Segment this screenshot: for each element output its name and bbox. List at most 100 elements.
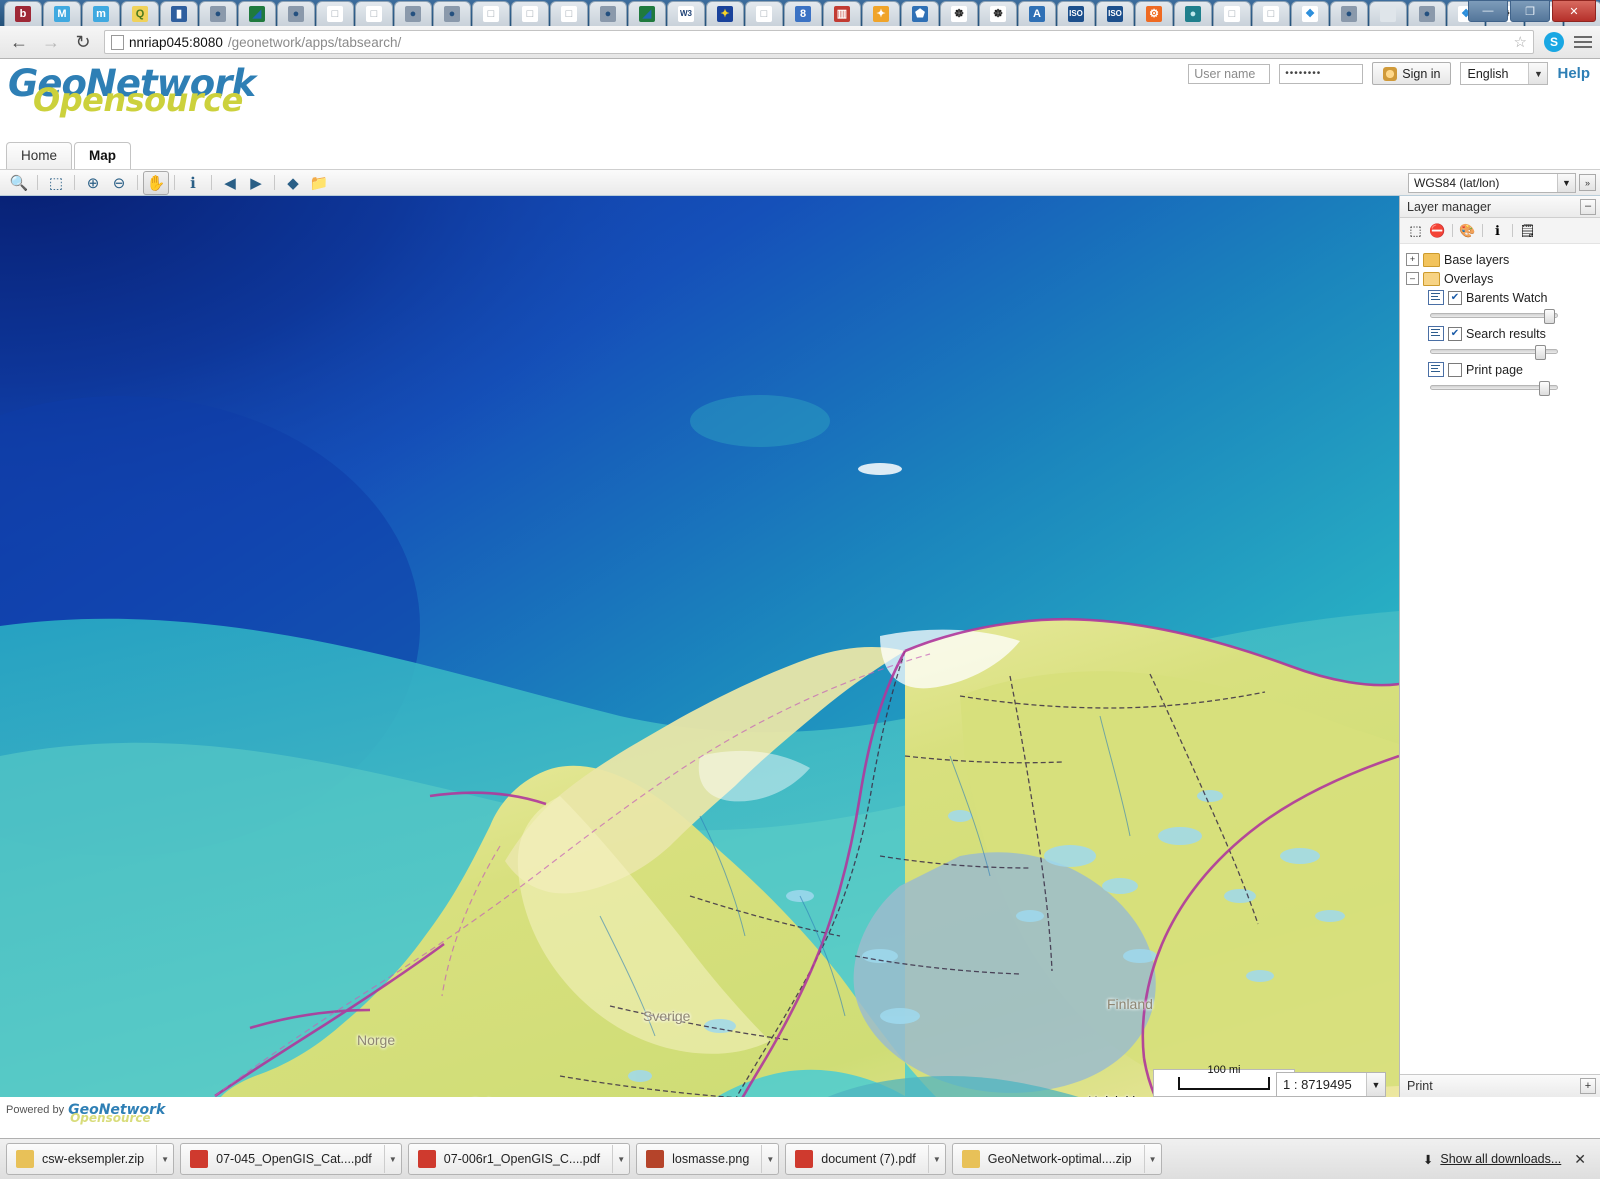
layer-info-tool-icon[interactable]: ℹ — [1489, 222, 1506, 239]
download-item[interactable]: GeoNetwork-optimal....zip ▼ — [951, 1143, 1162, 1175]
expand-panel-button[interactable]: » — [1579, 174, 1596, 191]
doc-tab-3[interactable]: □ — [472, 1, 510, 26]
minimize-button[interactable]: — — [1468, 0, 1508, 22]
door-tab[interactable]: ▮ — [160, 1, 198, 26]
sign-in-button[interactable]: Sign in — [1372, 62, 1452, 85]
bing-tab[interactable]: b — [4, 1, 42, 26]
map-canvas[interactable]: NorgeSverigeFinlandEstlandLatviaDanmarkO… — [0, 196, 1399, 1097]
chevron-down-icon[interactable]: ▼ — [1366, 1073, 1385, 1096]
m-script-tab[interactable]: m — [82, 1, 120, 26]
layer-opacity-slider[interactable] — [1430, 381, 1558, 396]
layer-metadata-tool-icon[interactable]: 🗒 — [1519, 222, 1536, 239]
globe-tab-5[interactable]: ● — [589, 1, 627, 26]
dropbox-tab-1[interactable]: ❖ — [1291, 1, 1329, 26]
teal-globe-tab[interactable]: ● — [1174, 1, 1212, 26]
collapse-icon[interactable]: – — [1406, 272, 1419, 285]
back-arrow-icon[interactable]: ← — [8, 31, 30, 53]
doc-tab-8[interactable]: □ — [1252, 1, 1290, 26]
download-item[interactable]: losmasse.png ▼ — [636, 1143, 780, 1175]
slider-handle[interactable] — [1534, 345, 1546, 360]
layer-opacity-slider[interactable] — [1430, 345, 1558, 360]
green-flag-tab-2[interactable]: ◢ — [628, 1, 666, 26]
tab-home[interactable]: Home — [6, 142, 73, 169]
slider-handle[interactable] — [1539, 381, 1551, 396]
projection-select[interactable]: WGS84 (lat/lon) ▼ — [1408, 173, 1576, 193]
next-extent-icon[interactable]: ▶ — [243, 171, 269, 195]
orange-gear-tab[interactable]: ⚙ — [1135, 1, 1173, 26]
star-tab-2[interactable]: ✦ — [862, 1, 900, 26]
avatar-tab[interactable]: A — [1018, 1, 1056, 26]
layer-visibility-checkbox[interactable]: ✔ — [1448, 326, 1462, 341]
help-link[interactable]: Help — [1557, 65, 1590, 82]
download-item[interactable]: 07-045_OpenGIS_Cat....pdf ▼ — [180, 1143, 402, 1175]
w3c-tab[interactable]: W3 — [667, 1, 705, 26]
layer-legend-icon[interactable] — [1428, 326, 1444, 341]
restore-button[interactable]: ❐ — [1510, 0, 1550, 22]
zoom-to-world-icon[interactable]: 🔍 — [6, 171, 32, 195]
layer-visibility-checkbox[interactable]: ✔ — [1448, 290, 1462, 305]
download-item[interactable]: document (7).pdf ▼ — [785, 1143, 946, 1175]
expand-icon[interactable]: + — [1406, 253, 1419, 266]
doc-tab-2[interactable]: □ — [355, 1, 393, 26]
doc-tab-5[interactable]: □ — [550, 1, 588, 26]
previous-extent-icon[interactable]: ◀ — [217, 171, 243, 195]
address-bar[interactable]: nnriap045:8080/geonetwork/apps/tabsearch… — [104, 30, 1534, 54]
collapse-icon[interactable]: – — [1580, 198, 1596, 215]
show-all-downloads-link[interactable]: Show all downloads... — [1440, 1152, 1561, 1166]
m-tab[interactable]: M — [43, 1, 81, 26]
remove-layer-tool-icon[interactable]: ⛔ — [1429, 222, 1446, 239]
add-layer-tool-icon[interactable]: ⬚ — [1407, 222, 1424, 239]
username-input[interactable]: User name — [1188, 63, 1271, 84]
globe-tab-7[interactable]: ● — [1408, 1, 1446, 26]
close-icon[interactable]: ✕ — [1574, 1151, 1586, 1168]
layer-opacity-slider[interactable] — [1430, 309, 1558, 324]
zoom-in-icon[interactable]: ⊕ — [80, 171, 106, 195]
globe-tab-4[interactable]: ● — [433, 1, 471, 26]
zoom-to-selection-icon[interactable]: ⬚ — [43, 171, 69, 195]
ogc-tab-2[interactable]: ☸ — [979, 1, 1017, 26]
show-all-downloads[interactable]: ⬇ Show all downloads... ✕ — [1423, 1151, 1594, 1168]
slider-handle[interactable] — [1544, 309, 1556, 324]
zoom-out-icon[interactable]: ⊖ — [106, 171, 132, 195]
globe-tab-2[interactable]: ● — [277, 1, 315, 26]
close-window-button[interactable]: ✕ — [1552, 0, 1596, 22]
doc-tab-7[interactable]: □ — [1213, 1, 1251, 26]
star-icon[interactable]: ☆ — [1514, 33, 1527, 51]
globe-tab-6[interactable]: ● — [1330, 1, 1368, 26]
chevron-down-icon[interactable]: ▼ — [1528, 63, 1548, 84]
hamburger-menu-icon[interactable] — [1574, 36, 1592, 48]
language-select[interactable]: English ▼ — [1460, 62, 1549, 85]
book-tab[interactable]: ▥ — [823, 1, 861, 26]
forward-arrow-icon[interactable]: → — [40, 31, 62, 53]
doc-tab-1[interactable]: □ — [316, 1, 354, 26]
skype-extension-icon[interactable]: S — [1544, 32, 1564, 52]
chevron-down-icon[interactable]: ▼ — [156, 1145, 173, 1173]
open-context-icon[interactable]: 📁 — [306, 171, 332, 195]
scale-select[interactable]: 1 : 8719495 ▼ — [1276, 1072, 1386, 1097]
chevron-down-icon[interactable]: ▼ — [761, 1145, 778, 1173]
style-layer-tool-icon[interactable]: 🎨 — [1459, 222, 1476, 239]
doc-tab-6[interactable]: □ — [745, 1, 783, 26]
layer-visibility-checkbox[interactable] — [1448, 362, 1462, 377]
globe-tab-3[interactable]: ● — [394, 1, 432, 26]
layer-group-overlays[interactable]: – Overlays — [1400, 269, 1600, 288]
expand-icon[interactable]: + — [1580, 1078, 1596, 1094]
feature-info-icon[interactable]: ℹ — [180, 171, 206, 195]
layer-group-base-layers[interactable]: + Base layers — [1400, 250, 1600, 269]
chevron-down-icon[interactable]: ▼ — [612, 1145, 629, 1173]
star-tab-1[interactable]: ✦ — [706, 1, 744, 26]
download-item[interactable]: csw-eksempler.zip ▼ — [6, 1143, 175, 1175]
chevron-down-icon[interactable]: ▼ — [1557, 174, 1575, 192]
layer-item-barents-watch[interactable]: ✔ Barents Watch — [1400, 288, 1600, 307]
reload-icon[interactable]: ↻ — [72, 31, 94, 53]
ogc-tab-1[interactable]: ☸ — [940, 1, 978, 26]
q-tab[interactable]: Q — [121, 1, 159, 26]
shield-tab[interactable]: ⬟ — [901, 1, 939, 26]
add-layer-icon[interactable]: ◆ — [280, 171, 306, 195]
layer-legend-icon[interactable] — [1428, 290, 1444, 305]
chevron-down-icon[interactable]: ▼ — [927, 1145, 945, 1173]
chevron-down-icon[interactable]: ▼ — [383, 1145, 401, 1173]
doc-tab-4[interactable]: □ — [511, 1, 549, 26]
download-item[interactable]: 07-006r1_OpenGIS_C....pdf ▼ — [407, 1143, 631, 1175]
tab-map[interactable]: Map — [74, 142, 132, 169]
